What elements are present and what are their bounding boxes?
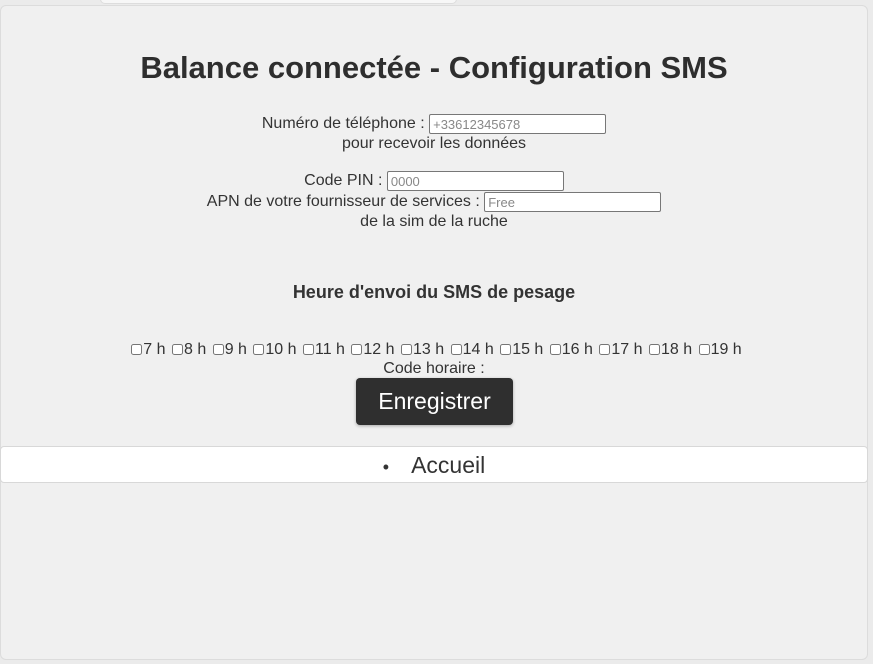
apn-input[interactable]: [484, 192, 662, 212]
config-card: [0, 5, 868, 660]
hour-checkbox[interactable]: [131, 344, 143, 356]
hour-option[interactable]: 14 h: [450, 341, 494, 359]
apn-hint: de la sim de la ruche: [360, 213, 508, 230]
apn-row: APN de votre fournisseur de services :: [0, 192, 868, 212]
nav-link-accueil[interactable]: Accueil: [411, 452, 485, 478]
pin-row: Code PIN :: [0, 171, 868, 191]
hour-option[interactable]: 17 h: [599, 341, 643, 359]
hour-checkbox[interactable]: [172, 344, 183, 356]
hour-label: 18 h: [660, 341, 693, 358]
hour-label: 8 h: [184, 341, 207, 358]
code-horaire-label: Code horaire :: [383, 360, 485, 377]
hour-checkbox[interactable]: [401, 344, 412, 356]
hour-checkbox[interactable]: [549, 344, 561, 356]
bullet-icon: •: [382, 457, 390, 477]
hour-label: 17 h: [611, 341, 643, 358]
hour-option[interactable]: 19 h: [698, 341, 742, 359]
hour-option[interactable]: 10 h: [253, 341, 297, 359]
nav-list: • Accueil: [1, 447, 867, 485]
hour-checkbox[interactable]: [648, 344, 660, 356]
nav-item-accueil: • Accueil: [383, 447, 485, 485]
hour-checkbox[interactable]: [212, 344, 224, 356]
phone-hint: pour recevoir les données: [341, 135, 527, 152]
top-tab-edge: [100, 0, 457, 4]
hour-option[interactable]: 16 h: [549, 341, 593, 359]
hour-option[interactable]: 13 h: [401, 341, 444, 359]
hour-checkbox[interactable]: [450, 344, 462, 356]
phone-input[interactable]: [429, 114, 607, 134]
hour-checkbox[interactable]: [500, 344, 512, 356]
hour-option[interactable]: 8 h: [172, 341, 206, 359]
hour-checkbox[interactable]: [599, 344, 611, 356]
hour-label: 13 h: [413, 341, 445, 358]
hour-label: 12 h: [363, 341, 395, 358]
hour-label: 16 h: [561, 341, 593, 358]
hour-option[interactable]: 18 h: [648, 341, 693, 359]
schedule-heading: Heure d'envoi du SMS de pesage: [292, 282, 576, 302]
nav-bar: • Accueil: [0, 446, 868, 483]
hour-label: 15 h: [512, 341, 544, 358]
hour-label: 11 h: [315, 341, 345, 358]
hour-checkbox[interactable]: [303, 344, 314, 356]
pin-label: Code PIN :: [304, 172, 383, 190]
hour-checkbox[interactable]: [351, 344, 363, 356]
phone-label: Numéro de téléphone :: [261, 115, 425, 133]
hour-label: 19 h: [710, 341, 742, 358]
hour-label: 9 h: [224, 341, 247, 358]
hour-label: 14 h: [462, 341, 494, 358]
hour-option[interactable]: 9 h: [212, 341, 247, 359]
apn-label: APN de votre fournisseur de services :: [206, 193, 480, 211]
pin-input[interactable]: [386, 171, 564, 191]
hour-checkbox[interactable]: [698, 344, 710, 356]
hour-label: 10 h: [265, 341, 297, 358]
hour-label: 7 h: [143, 341, 166, 358]
page-title: Balance connectée - Configuration SMS: [140, 50, 728, 85]
hour-option[interactable]: 15 h: [500, 341, 543, 359]
hour-checkbox-list: 7 h 8 h 9 h 10 h 11 h 12 h 13 h 14 h 15 …: [0, 341, 873, 359]
hour-option[interactable]: 7 h: [131, 341, 166, 359]
save-button[interactable]: Enregistrer: [356, 378, 513, 425]
phone-row: Numéro de téléphone :: [0, 114, 868, 134]
hour-option[interactable]: 11 h: [303, 341, 345, 359]
hour-option[interactable]: 12 h: [351, 341, 395, 359]
hour-checkbox[interactable]: [253, 344, 265, 356]
